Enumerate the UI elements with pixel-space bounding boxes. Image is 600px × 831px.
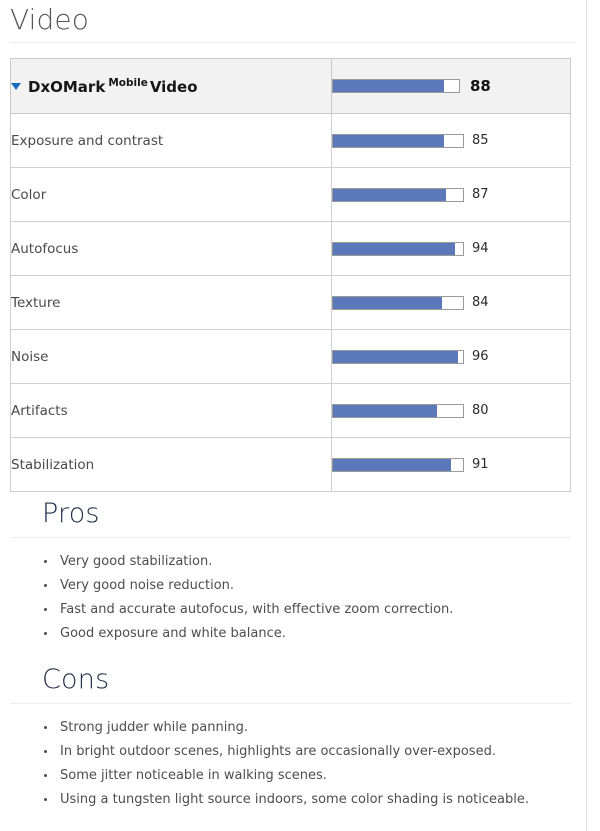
- score-meter: [332, 457, 464, 472]
- score-row-meter-cell: 80: [331, 383, 571, 438]
- right-rail-divider: [586, 0, 587, 831]
- score-value: 84: [472, 295, 489, 310]
- score-value: 94: [472, 241, 489, 256]
- overall-score-meter-wrap: 88: [332, 77, 570, 95]
- pros-section: Pros Very good stabilization. Very good n…: [0, 494, 581, 646]
- overall-score-meter-cell: 88: [331, 58, 571, 114]
- score-value: 91: [472, 457, 489, 472]
- list-item: Using a tungsten light source indoors, s…: [44, 788, 581, 812]
- score-meter: [332, 133, 464, 148]
- score-meter-wrap: 94: [332, 241, 570, 256]
- score-row-label: Artifacts: [10, 383, 332, 438]
- score-meter-fill: [333, 188, 447, 201]
- score-value: 85: [472, 133, 489, 148]
- video-review-page: Video DxOMark Mobile Video 88 Exposure a…: [0, 0, 600, 831]
- score-row-label: Exposure and contrast: [10, 113, 332, 168]
- list-item: Very good stabilization.: [44, 550, 581, 574]
- score-meter-fill: [333, 296, 443, 309]
- score-row-meter-cell: 87: [331, 167, 571, 222]
- score-meter-wrap: 84: [332, 295, 570, 310]
- page-title: Video: [10, 3, 89, 36]
- score-value: 87: [472, 187, 489, 202]
- pros-list: Very good stabilization. Very good noise …: [0, 550, 581, 646]
- score-meter-wrap: 87: [332, 187, 570, 202]
- score-meter-fill: [333, 134, 444, 147]
- score-table-row: Noise 96: [10, 329, 571, 384]
- list-item: Strong judder while panning.: [44, 716, 581, 740]
- score-meter-fill: [333, 404, 437, 417]
- list-item: Very good noise reduction.: [44, 574, 581, 598]
- score-table-body: DxOMark Mobile Video 88 Exposure and contr…: [10, 58, 571, 492]
- score-meter: [332, 295, 464, 310]
- score-table: DxOMark Mobile Video 88 Exposure and contr…: [10, 58, 571, 492]
- cons-section: Cons Strong judder while panning. In brig…: [0, 660, 581, 812]
- cons-divider: [10, 703, 571, 704]
- score-table-row: Autofocus 94: [10, 221, 571, 276]
- score-row-label: Autofocus: [10, 221, 332, 276]
- caret-down-icon[interactable]: [11, 82, 21, 90]
- score-value: 96: [472, 349, 489, 364]
- list-item: Good exposure and white balance.: [44, 622, 581, 646]
- brand-superscript-label: Mobile: [108, 76, 148, 89]
- overall-score-meter: [332, 79, 460, 93]
- score-row-label: Noise: [10, 329, 332, 384]
- score-row-label: Stabilization: [10, 437, 332, 492]
- score-meter: [332, 403, 464, 418]
- score-table-row: Stabilization 91: [10, 437, 571, 492]
- overall-score-meter-fill: [333, 80, 444, 92]
- score-value: 80: [472, 403, 489, 418]
- score-row-meter-cell: 91: [331, 437, 571, 492]
- score-table-row: Exposure and contrast 85: [10, 113, 571, 168]
- score-meter: [332, 349, 464, 364]
- score-meter-wrap: 91: [332, 457, 570, 472]
- overall-score-label-cell[interactable]: DxOMark Mobile Video: [10, 58, 332, 114]
- score-kind-label: Video: [149, 77, 198, 96]
- list-item: Some jitter noticeable in walking scenes…: [44, 764, 581, 788]
- score-row-meter-cell: 94: [331, 221, 571, 276]
- list-item: In bright outdoor scenes, highlights are…: [44, 740, 581, 764]
- score-table-header-row[interactable]: DxOMark Mobile Video 88: [10, 58, 571, 114]
- score-row-meter-cell: 85: [331, 113, 571, 168]
- score-meter-fill: [333, 458, 452, 471]
- score-table-row: Texture 84: [10, 275, 571, 330]
- score-table-row: Color 87: [10, 167, 571, 222]
- score-row-label: Color: [10, 167, 332, 222]
- overall-score-value: 88: [470, 77, 491, 95]
- score-meter-fill: [333, 350, 458, 363]
- score-meter: [332, 241, 464, 256]
- brand-label: DxOMark: [28, 77, 106, 96]
- score-row-meter-cell: 96: [331, 329, 571, 384]
- pros-divider: [10, 537, 571, 538]
- pros-title: Pros: [42, 498, 100, 529]
- score-row-label: Texture: [10, 275, 332, 330]
- score-table-row: Artifacts 80: [10, 383, 571, 438]
- score-meter-wrap: 96: [332, 349, 570, 364]
- score-meter-fill: [333, 242, 456, 255]
- title-divider: [10, 42, 576, 43]
- list-item: Fast and accurate autofocus, with effect…: [44, 598, 581, 622]
- score-row-meter-cell: 84: [331, 275, 571, 330]
- score-meter-wrap: 85: [332, 133, 570, 148]
- cons-list: Strong judder while panning. In bright ou…: [0, 716, 581, 812]
- main-content: Video DxOMark Mobile Video 88 Exposure a…: [0, 0, 586, 831]
- score-meter-wrap: 80: [332, 403, 570, 418]
- cons-title: Cons: [42, 664, 110, 695]
- score-meter: [332, 187, 464, 202]
